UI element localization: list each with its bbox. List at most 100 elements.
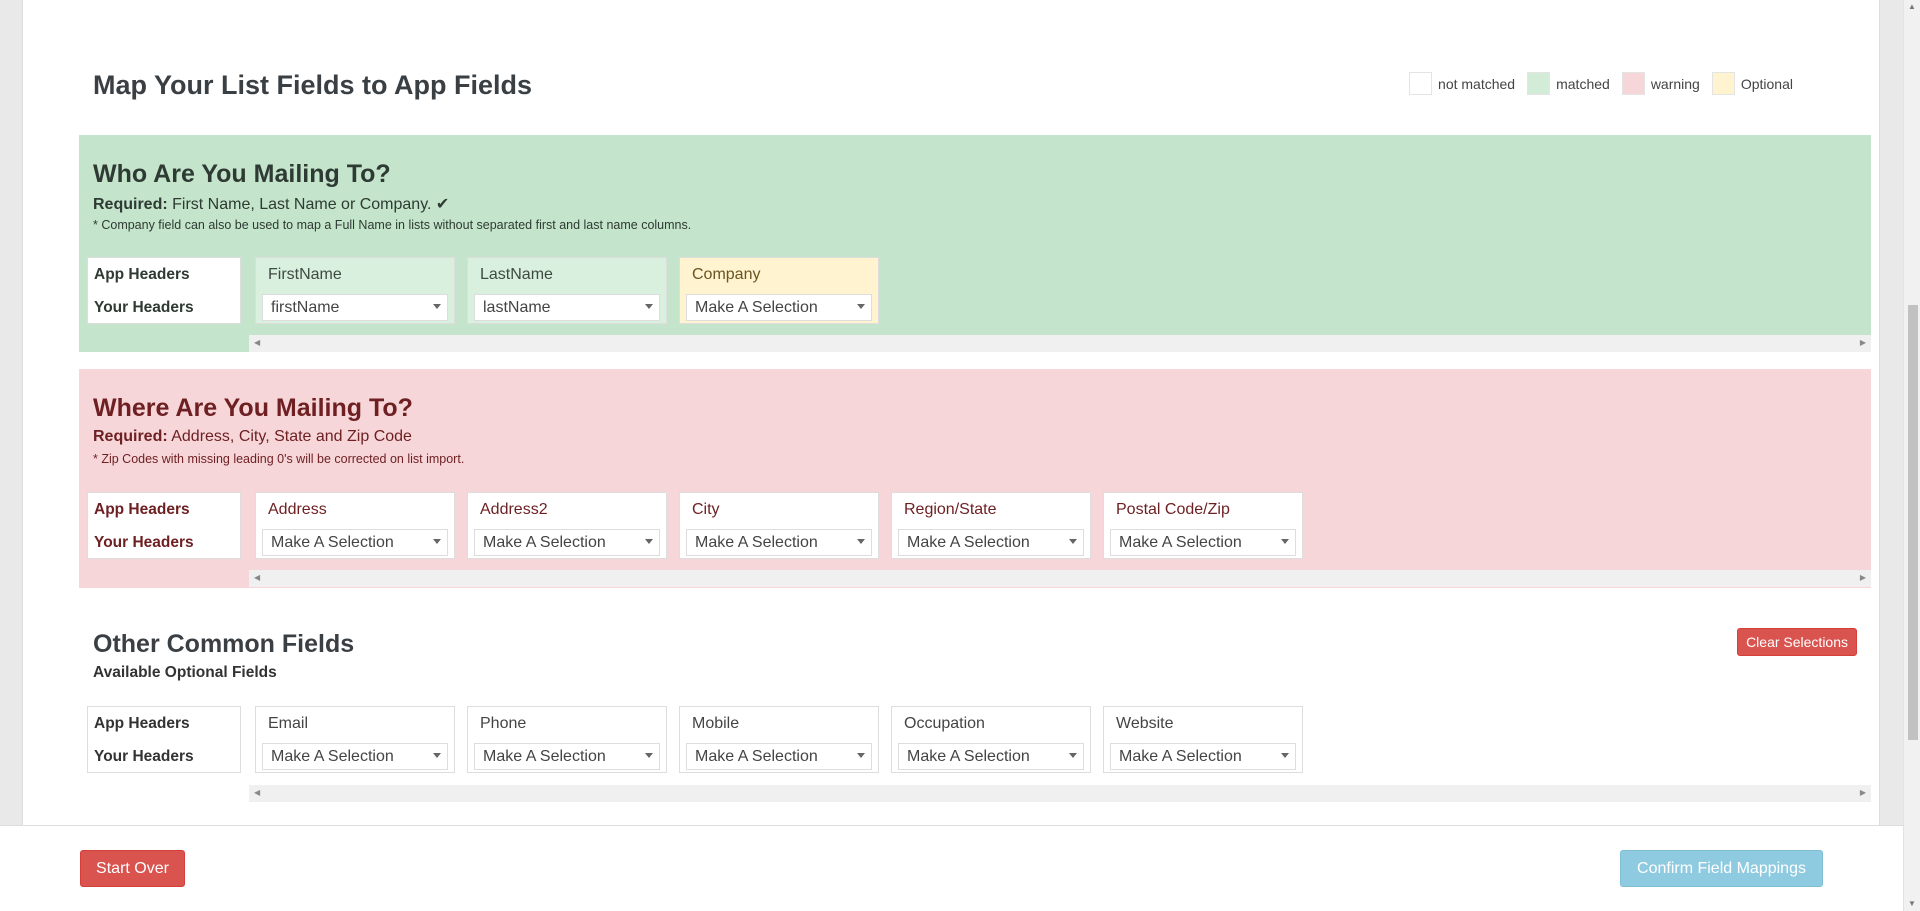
- scroll-left-icon[interactable]: ◀: [254, 573, 260, 582]
- field-card-website: Website Make A Selection: [1103, 706, 1303, 773]
- app-header: Email: [268, 715, 309, 732]
- scroll-left-icon[interactable]: ◀: [254, 788, 260, 797]
- who-section: Who Are You Mailing To? Required: First …: [79, 135, 1871, 352]
- header-select[interactable]: Make A Selection: [686, 529, 872, 556]
- app-header: City: [692, 501, 720, 518]
- legend-item-not-matched: not matched: [1409, 72, 1515, 95]
- row-labels: App Headers Your Headers: [87, 492, 241, 559]
- who-required-text: Required: First Name, Last Name or Compa…: [93, 194, 449, 214]
- vertical-scrollbar[interactable]: ▲ ▼: [1903, 0, 1920, 911]
- field-card-lastname: LastName lastName: [467, 257, 667, 324]
- scrollbar-thumb[interactable]: [1908, 305, 1918, 740]
- legend-item-warning: warning: [1621, 72, 1700, 95]
- legend-label: not matched: [1438, 75, 1516, 92]
- header-select[interactable]: Make A Selection: [898, 743, 1084, 770]
- page-container: Map Your List Fields to App Fields not m…: [22, 0, 1880, 911]
- legend-label: Optional: [1740, 75, 1793, 92]
- required-label: Required:: [93, 428, 168, 445]
- confirm-field-mappings-button[interactable]: Confirm Field Mappings: [1620, 850, 1823, 887]
- scroll-down-icon[interactable]: ▼: [1908, 899, 1916, 909]
- select-value: Make A Selection: [271, 748, 394, 765]
- caret-down-icon: [857, 753, 865, 758]
- header-select[interactable]: Make A Selection: [686, 294, 872, 321]
- app-header: Company: [692, 266, 761, 283]
- where-section-title: Where Are You Mailing To?: [93, 394, 413, 422]
- scroll-right-icon[interactable]: ▶: [1860, 788, 1866, 797]
- scroll-up-icon[interactable]: ▲: [1908, 2, 1916, 12]
- header-select[interactable]: Make A Selection: [262, 529, 448, 556]
- select-value: Make A Selection: [695, 748, 818, 765]
- caret-down-icon: [433, 539, 441, 544]
- your-headers-label: Your Headers: [94, 299, 194, 316]
- scroll-left-icon[interactable]: ◀: [254, 338, 260, 347]
- required-fields: Address, City, State and Zip Code: [167, 428, 412, 445]
- field-card-email: Email Make A Selection: [255, 706, 455, 773]
- field-card-address: Address Make A Selection: [255, 492, 455, 559]
- select-value: lastName: [483, 299, 551, 316]
- header-select[interactable]: Make A Selection: [474, 529, 660, 556]
- app-header: Occupation: [904, 715, 985, 732]
- horizontal-scrollbar[interactable]: ◀ ▶: [249, 785, 1871, 802]
- app-header: Region/State: [904, 501, 997, 518]
- legend-label: warning: [1650, 75, 1700, 92]
- field-card-city: City Make A Selection: [679, 492, 879, 559]
- who-section-title: Who Are You Mailing To?: [93, 160, 391, 188]
- other-section-title: Other Common Fields: [93, 630, 355, 658]
- legend-item-matched: matched: [1527, 72, 1610, 95]
- required-fields: First Name, Last Name or Company. ✔: [167, 196, 450, 213]
- select-value: Make A Selection: [1119, 534, 1242, 551]
- required-label: Required:: [93, 196, 168, 213]
- caret-down-icon: [645, 539, 653, 544]
- legend-item-optional: Optional: [1711, 72, 1793, 95]
- app-header: Address2: [480, 501, 548, 518]
- legend-label: matched: [1556, 75, 1610, 92]
- caret-down-icon: [1069, 539, 1077, 544]
- header-select[interactable]: lastName: [474, 294, 660, 321]
- legend-swatch-optional: [1711, 72, 1735, 95]
- scroll-right-icon[interactable]: ▶: [1860, 338, 1866, 347]
- app-header: Postal Code/Zip: [1116, 501, 1230, 518]
- select-value: Make A Selection: [695, 534, 818, 551]
- header-select[interactable]: Make A Selection: [898, 529, 1084, 556]
- other-section: Other Common Fields Available Optional F…: [79, 608, 1871, 808]
- caret-down-icon: [433, 753, 441, 758]
- select-value: Make A Selection: [483, 534, 606, 551]
- caret-down-icon: [1281, 753, 1289, 758]
- header-select[interactable]: firstName: [262, 294, 448, 321]
- your-headers-label: Your Headers: [94, 748, 194, 765]
- where-required-text: Required: Address, City, State and Zip C…: [93, 428, 412, 446]
- horizontal-scrollbar[interactable]: ◀ ▶: [249, 570, 1871, 587]
- start-over-button[interactable]: Start Over: [80, 850, 185, 887]
- header-select[interactable]: Make A Selection: [1110, 529, 1296, 556]
- select-value: Make A Selection: [483, 748, 606, 765]
- header-select[interactable]: Make A Selection: [686, 743, 872, 770]
- select-value: Make A Selection: [271, 534, 394, 551]
- field-card-postal-code: Postal Code/Zip Make A Selection: [1103, 492, 1303, 559]
- clear-selections-button[interactable]: Clear Selections: [1737, 628, 1857, 656]
- app-headers-label: App Headers: [94, 501, 190, 518]
- app-header: LastName: [480, 266, 553, 283]
- status-legend: not matched matched warning Optional: [1409, 72, 1793, 95]
- header-select[interactable]: Make A Selection: [1110, 743, 1296, 770]
- legend-swatch-matched: [1527, 72, 1551, 95]
- header-select[interactable]: Make A Selection: [474, 743, 660, 770]
- field-card-phone: Phone Make A Selection: [467, 706, 667, 773]
- select-value: Make A Selection: [907, 748, 1030, 765]
- your-headers-label: Your Headers: [94, 534, 194, 551]
- header-select[interactable]: Make A Selection: [262, 743, 448, 770]
- scroll-right-icon[interactable]: ▶: [1860, 573, 1866, 582]
- field-card-occupation: Occupation Make A Selection: [891, 706, 1091, 773]
- footer-bar: Start Over Confirm Field Mappings: [0, 825, 1903, 911]
- horizontal-scrollbar[interactable]: ◀ ▶: [249, 335, 1871, 352]
- caret-down-icon: [857, 539, 865, 544]
- app-header: Phone: [480, 715, 527, 732]
- caret-down-icon: [645, 304, 653, 309]
- legend-swatch-not-matched: [1409, 72, 1433, 95]
- field-card-firstname: FirstName firstName: [255, 257, 455, 324]
- caret-down-icon: [645, 753, 653, 758]
- who-note: * Company field can also be used to map …: [93, 218, 692, 232]
- where-section: Where Are You Mailing To? Required: Addr…: [79, 369, 1871, 588]
- field-card-company: Company Make A Selection: [679, 257, 879, 324]
- app-header: Mobile: [692, 715, 740, 732]
- caret-down-icon: [1281, 539, 1289, 544]
